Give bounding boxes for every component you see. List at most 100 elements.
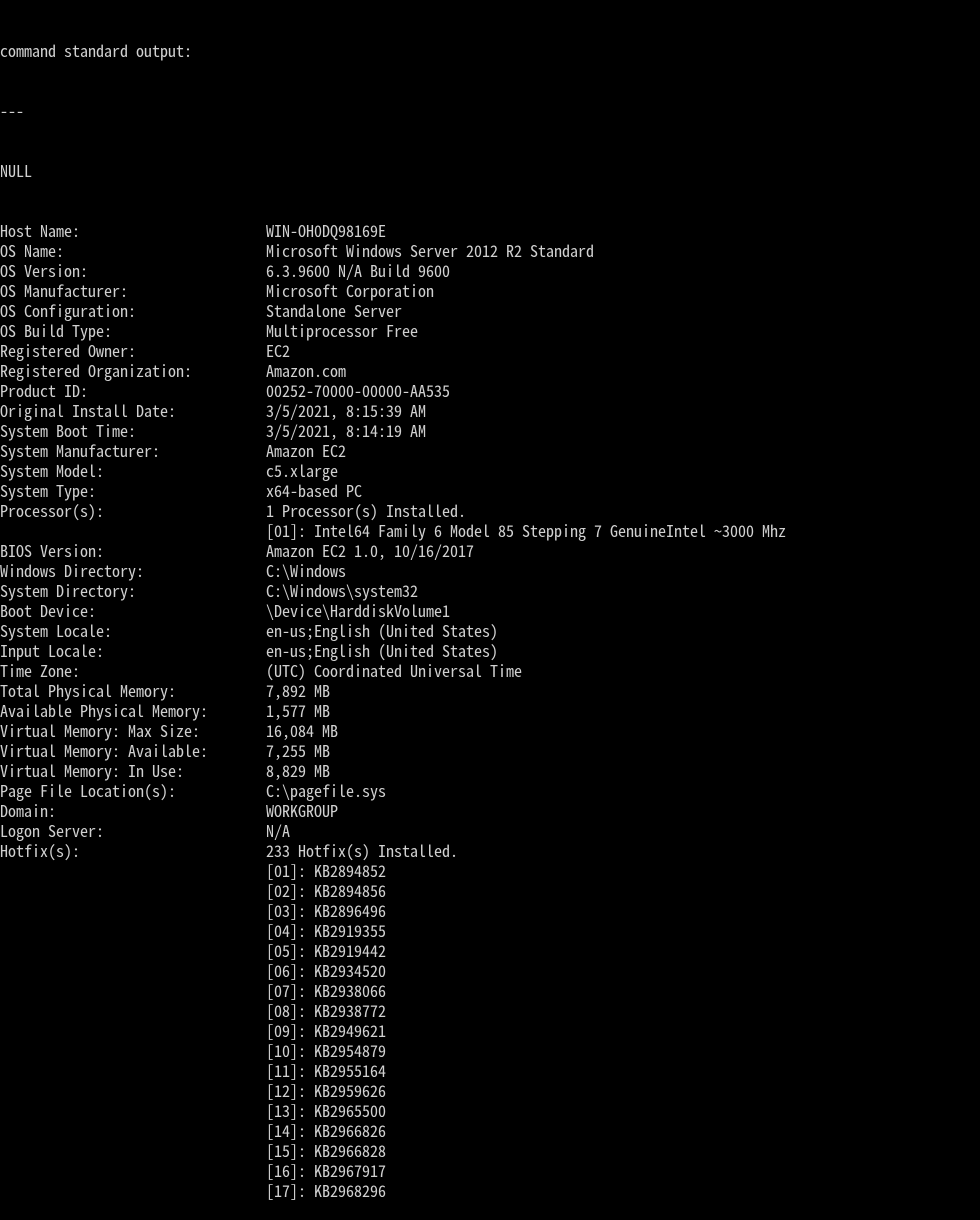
field-label xyxy=(0,1180,266,1200)
field-value: N/A xyxy=(266,820,290,840)
field-label: Windows Directory: xyxy=(0,560,266,580)
field-label: OS Version: xyxy=(0,260,266,280)
field-value: 3/5/2021, 8:15:39 AM xyxy=(266,400,426,420)
field-label: Total Physical Memory: xyxy=(0,680,266,700)
field-label xyxy=(0,1020,266,1040)
field-label: Hotfix(s): xyxy=(0,840,266,860)
field-value: [15]: KB2966828 xyxy=(266,1140,386,1160)
field-value: en-us;English (United States) xyxy=(266,640,498,660)
field-label: Virtual Memory: Max Size: xyxy=(0,720,266,740)
systeminfo-row: Windows Directory:C:\Windows xyxy=(0,560,980,580)
field-label: Original Install Date: xyxy=(0,400,266,420)
systeminfo-row: System Manufacturer:Amazon EC2 xyxy=(0,440,980,460)
systeminfo-row: Hotfix(s):233 Hotfix(s) Installed. xyxy=(0,840,980,860)
field-value: 8,829 MB xyxy=(266,760,330,780)
field-value: [10]: KB2954879 xyxy=(266,1040,386,1060)
header-line-2: --- xyxy=(0,100,980,120)
field-value: C:\Windows\system32 xyxy=(266,580,418,600)
field-label: OS Manufacturer: xyxy=(0,280,266,300)
field-label: BIOS Version: xyxy=(0,540,266,560)
field-label: System Directory: xyxy=(0,580,266,600)
field-label: Virtual Memory: In Use: xyxy=(0,760,266,780)
systeminfo-row: BIOS Version:Amazon EC2 1.0, 10/16/2017 xyxy=(0,540,980,560)
field-value: 3/5/2021, 8:14:19 AM xyxy=(266,420,426,440)
field-value: [05]: KB2919442 xyxy=(266,940,386,960)
systeminfo-row: Page File Location(s):C:\pagefile.sys xyxy=(0,780,980,800)
systeminfo-row: [12]: KB2959626 xyxy=(0,1080,980,1100)
systeminfo-row: Input Locale:en-us;English (United State… xyxy=(0,640,980,660)
systeminfo-row: [05]: KB2919442 xyxy=(0,940,980,960)
systeminfo-row: Product ID:00252-70000-00000-AA535 xyxy=(0,380,980,400)
systeminfo-row: [13]: KB2965500 xyxy=(0,1100,980,1120)
field-value: EC2 xyxy=(266,340,290,360)
field-value: [08]: KB2938772 xyxy=(266,1000,386,1020)
field-value: en-us;English (United States) xyxy=(266,620,498,640)
field-label: System Boot Time: xyxy=(0,420,266,440)
header-line-1: command standard output: xyxy=(0,40,980,60)
field-value: [13]: KB2965500 xyxy=(266,1100,386,1120)
field-label xyxy=(0,860,266,880)
systeminfo-row: Registered Owner:EC2 xyxy=(0,340,980,360)
systeminfo-row: System Model:c5.xlarge xyxy=(0,460,980,480)
systeminfo-row: [06]: KB2934520 xyxy=(0,960,980,980)
field-label: System Manufacturer: xyxy=(0,440,266,460)
systeminfo-row: OS Build Type:Multiprocessor Free xyxy=(0,320,980,340)
field-label: Host Name: xyxy=(0,220,266,240)
field-value: 00252-70000-00000-AA535 xyxy=(266,380,450,400)
systeminfo-row: [14]: KB2966826 xyxy=(0,1120,980,1140)
systeminfo-row: System Type:x64-based PC xyxy=(0,480,980,500)
field-value: [12]: KB2959626 xyxy=(266,1080,386,1100)
field-label xyxy=(0,1160,266,1180)
field-label xyxy=(0,1040,266,1060)
field-label xyxy=(0,900,266,920)
field-label: Input Locale: xyxy=(0,640,266,660)
field-value: Amazon EC2 xyxy=(266,440,346,460)
systeminfo-row: [03]: KB2896496 xyxy=(0,900,980,920)
field-value: Amazon EC2 1.0, 10/16/2017 xyxy=(266,540,474,560)
field-label xyxy=(0,980,266,1000)
terminal-output: command standard output: --- NULL Host N… xyxy=(0,0,980,1220)
field-label: Boot Device: xyxy=(0,600,266,620)
field-value: [09]: KB2949621 xyxy=(266,1020,386,1040)
systeminfo-row: Registered Organization:Amazon.com xyxy=(0,360,980,380)
field-label: Available Physical Memory: xyxy=(0,700,266,720)
field-label xyxy=(0,520,266,540)
field-value: WORKGROUP xyxy=(266,800,338,820)
field-label: Registered Owner: xyxy=(0,340,266,360)
field-label: System Locale: xyxy=(0,620,266,640)
field-label: OS Name: xyxy=(0,240,266,260)
systeminfo-row: Logon Server:N/A xyxy=(0,820,980,840)
field-value: Standalone Server xyxy=(266,300,402,320)
field-value: WIN-OH0DQ98169E xyxy=(266,220,386,240)
systeminfo-row: Time Zone:(UTC) Coordinated Universal Ti… xyxy=(0,660,980,680)
systeminfo-row: [15]: KB2966828 xyxy=(0,1140,980,1160)
field-value: (UTC) Coordinated Universal Time xyxy=(266,660,522,680)
field-value: c5.xlarge xyxy=(266,460,338,480)
field-label: Processor(s): xyxy=(0,500,266,520)
systeminfo-row: Boot Device:\Device\HarddiskVolume1 xyxy=(0,600,980,620)
field-value: 6.3.9600 N/A Build 9600 xyxy=(266,260,450,280)
systeminfo-row: Processor(s):1 Processor(s) Installed. xyxy=(0,500,980,520)
field-label xyxy=(0,1000,266,1020)
systeminfo-row: OS Configuration:Standalone Server xyxy=(0,300,980,320)
field-label xyxy=(0,1120,266,1140)
field-value: \Device\HarddiskVolume1 xyxy=(266,600,450,620)
field-label xyxy=(0,1080,266,1100)
field-label: Product ID: xyxy=(0,380,266,400)
header-line-3: NULL xyxy=(0,160,980,180)
systeminfo-row: [17]: KB2968296 xyxy=(0,1180,980,1200)
systeminfo-table: Host Name:WIN-OH0DQ98169EOS Name:Microso… xyxy=(0,220,980,1200)
field-value: [14]: KB2966826 xyxy=(266,1120,386,1140)
field-value: [02]: KB2894856 xyxy=(266,880,386,900)
field-value: 16,084 MB xyxy=(266,720,338,740)
systeminfo-row: Virtual Memory: Available:7,255 MB xyxy=(0,740,980,760)
systeminfo-row: [02]: KB2894856 xyxy=(0,880,980,900)
field-value: 233 Hotfix(s) Installed. xyxy=(266,840,458,860)
field-value: C:\pagefile.sys xyxy=(266,780,386,800)
systeminfo-row: Total Physical Memory:7,892 MB xyxy=(0,680,980,700)
systeminfo-row: System Boot Time:3/5/2021, 8:14:19 AM xyxy=(0,420,980,440)
field-label: OS Build Type: xyxy=(0,320,266,340)
field-label: Time Zone: xyxy=(0,660,266,680)
field-label xyxy=(0,1140,266,1160)
field-value: [07]: KB2938066 xyxy=(266,980,386,1000)
